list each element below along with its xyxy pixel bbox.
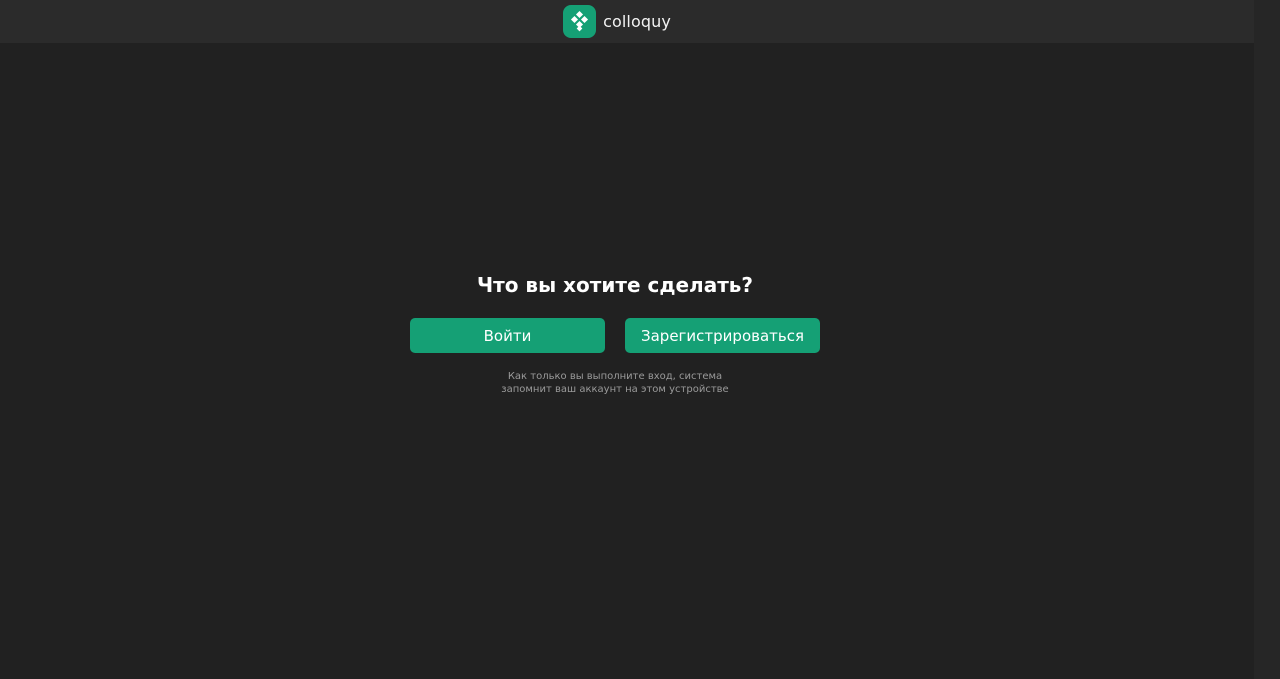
diamond-grid-logo-icon	[563, 5, 597, 38]
logo-icon	[563, 5, 597, 38]
page: colloquy Что вы хотите сделать? Войти За…	[0, 0, 1280, 679]
login-button[interactable]: Войти	[410, 318, 605, 353]
remember-note-line2: запомнит ваш аккаунт на этом устройстве	[501, 384, 729, 395]
register-button[interactable]: Зарегистрироваться	[625, 318, 820, 353]
remember-note-line1: Как только вы выполните вход, система	[507, 371, 723, 382]
brand-name: colloquy	[603, 12, 671, 31]
auth-choice-panel: Что вы хотите сделать? Войти Зарегистрир…	[0, 270, 1230, 396]
auth-buttons: Войти Зарегистрироваться	[410, 318, 820, 353]
top-bar: colloquy	[0, 0, 1254, 43]
right-edge-strip	[1254, 0, 1280, 679]
remember-note: Как только вы выполните вход, система за…	[501, 370, 728, 396]
page-title: Что вы хотите сделать?	[476, 273, 754, 297]
brand[interactable]: colloquy	[563, 5, 671, 38]
